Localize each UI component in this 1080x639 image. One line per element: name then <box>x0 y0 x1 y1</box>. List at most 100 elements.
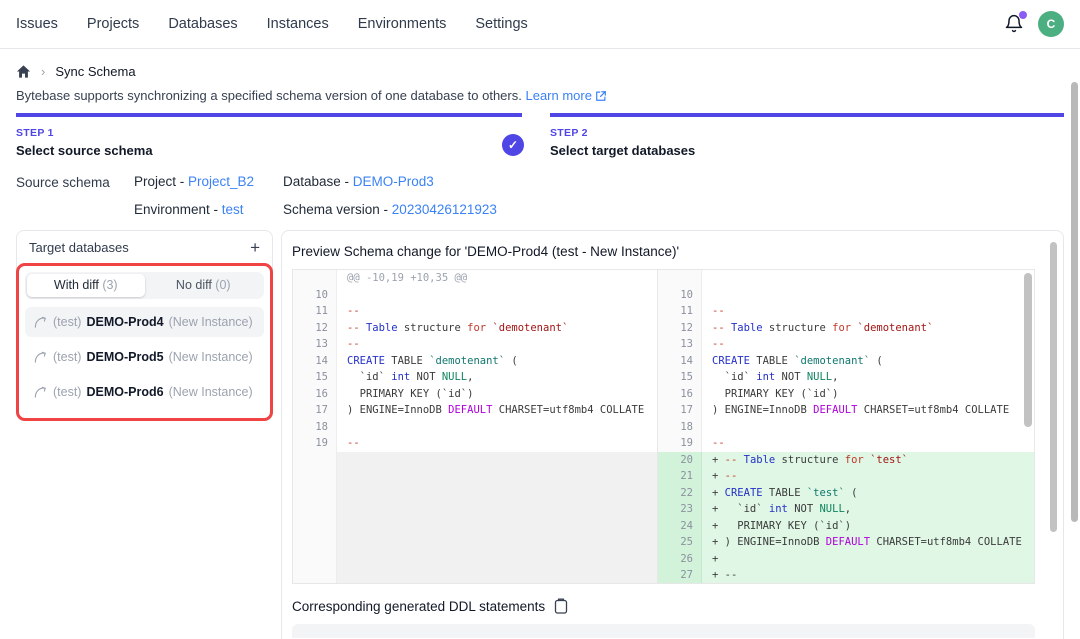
steps: STEP 1 Select source schema ✓ STEP 2 Sel… <box>16 113 1064 158</box>
breadcrumb-current: Sync Schema <box>55 64 135 79</box>
step-2-title: Select target databases <box>550 143 1064 158</box>
diff-line: 10 <box>293 287 657 304</box>
diff-line: 18 <box>658 419 1034 436</box>
diff-line: 26+ <box>658 551 1034 568</box>
diff-line: 11-- <box>293 303 657 320</box>
diff-line: 16 PRIMARY KEY (`id`) <box>658 386 1034 403</box>
external-link-icon <box>595 90 607 102</box>
intro-text: Bytebase supports synchronizing a specif… <box>16 88 1064 103</box>
breadcrumb: › Sync Schema <box>16 64 1064 79</box>
diff-line: 24+ PRIMARY KEY (`id`) <box>658 518 1034 535</box>
nav-item-settings[interactable]: Settings <box>475 16 527 32</box>
diff-line: 19-- <box>293 435 657 452</box>
tab-with-diff[interactable]: With diff (3) <box>27 274 145 297</box>
mysql-icon <box>33 315 48 329</box>
chevron-right-icon: › <box>41 64 45 79</box>
diff-hunk-header: @@ -10,19 +10,35 @@ <box>337 270 657 287</box>
diff-pane-source: @@ -10,19 +10,35 @@ 1011--12-- Table str… <box>293 270 657 583</box>
diff-line: 13-- <box>658 336 1034 353</box>
db-environment: (test) <box>53 350 81 364</box>
db-instance-suffix: (New Instance) <box>169 315 253 329</box>
db-environment: (test) <box>53 385 81 399</box>
diff-line: 12-- Table structure for `demotenant` <box>658 320 1034 337</box>
nav-item-databases[interactable]: Databases <box>168 16 237 32</box>
field-value-link[interactable]: Project_B2 <box>188 174 254 189</box>
nav-item-instances[interactable]: Instances <box>267 16 329 32</box>
db-name: DEMO-Prod4 <box>86 315 163 329</box>
field-label: Project - <box>134 174 188 189</box>
diff-line: 27+ -- <box>658 567 1034 583</box>
diff-line: 11-- <box>658 303 1034 320</box>
diff-pane-scrollbar[interactable] <box>1024 273 1032 427</box>
target-database-demo-prod4[interactable]: (test)DEMO-Prod4(New Instance) <box>25 307 264 337</box>
diff-line: 15 `id` int NOT NULL, <box>293 369 657 386</box>
step-completed-check-icon: ✓ <box>502 134 524 156</box>
source-field-schema-version: Schema version - 20230426121923 <box>283 202 497 217</box>
target-database-demo-prod5[interactable]: (test) DEMO-Prod5 (New Instance) <box>25 342 264 372</box>
diff-left-filler <box>293 452 657 584</box>
home-icon[interactable] <box>16 64 31 79</box>
page-scrollbar[interactable] <box>1071 82 1078 522</box>
field-value-link[interactable]: DEMO-Prod3 <box>353 174 434 189</box>
schema-diff-editor: @@ -10,19 +10,35 @@ 1011--12-- Table str… <box>292 269 1035 584</box>
diff-line: 15 `id` int NOT NULL, <box>658 369 1034 386</box>
preview-panel: Preview Schema change for 'DEMO-Prod4 (t… <box>281 230 1064 639</box>
diff-line: 17) ENGINE=InnoDB DEFAULT CHARSET=utf8mb… <box>658 402 1034 419</box>
source-schema-summary: Source schema Project - Project_B2Databa… <box>16 174 1064 217</box>
avatar[interactable]: C <box>1038 11 1064 37</box>
step-2[interactable]: STEP 2 Select target databases <box>550 113 1064 158</box>
diff-line: 18 <box>293 419 657 436</box>
db-instance-suffix: (New Instance) <box>169 350 253 364</box>
source-schema-fields: Project - Project_B2Database - DEMO-Prod… <box>134 174 497 217</box>
field-label: Database - <box>283 174 353 189</box>
diff-line: 10 <box>658 287 1034 304</box>
diff-line: 25+ ) ENGINE=InnoDB DEFAULT CHARSET=utf8… <box>658 534 1034 551</box>
preview-panel-scrollbar[interactable] <box>1050 242 1057 532</box>
diff-line: 16 PRIMARY KEY (`id`) <box>293 386 657 403</box>
learn-more-link[interactable]: Learn more <box>525 88 591 103</box>
source-field-project: Project - Project_B2 <box>134 174 283 189</box>
diff-line: 14CREATE TABLE `demotenant` ( <box>293 353 657 370</box>
db-instance-suffix: (New Instance) <box>169 385 253 399</box>
diff-line: 17) ENGINE=InnoDB DEFAULT CHARSET=utf8mb… <box>293 402 657 419</box>
diff-tabs: With diff (3)No diff (0) <box>25 272 264 299</box>
main-nav: Issues Projects Databases Instances Environm… <box>16 16 528 32</box>
step-1-title: Select source schema <box>16 143 522 158</box>
ddl-statements-heading: Corresponding generated DDL statements <box>292 599 545 614</box>
source-field-database: Database - DEMO-Prod3 <box>283 174 497 189</box>
target-database-demo-prod6[interactable]: (test) DEMO-Prod6 (New Instance) <box>25 377 264 407</box>
nav-right: C <box>1004 11 1064 37</box>
source-field-environment: Environment - test <box>134 202 283 217</box>
diff-hunk-row: @@ -10,19 +10,35 @@ <box>293 270 657 287</box>
field-value-link[interactable]: 20230426121923 <box>392 202 497 217</box>
db-name: DEMO-Prod5 <box>86 350 163 364</box>
diff-line: 14CREATE TABLE `demotenant` ( <box>658 353 1034 370</box>
diff-line: 23+ `id` int NOT NULL, <box>658 501 1034 518</box>
nav-item-environments[interactable]: Environments <box>358 16 447 32</box>
top-navigation: Issues Projects Databases Instances Environm… <box>0 0 1080 49</box>
field-label: Schema version - <box>283 202 392 217</box>
add-target-database-button[interactable]: + <box>248 239 262 256</box>
tab-no-diff[interactable]: No diff (0) <box>145 274 263 297</box>
source-schema-label: Source schema <box>16 174 134 217</box>
step-2-label: STEP 2 <box>550 127 1064 139</box>
preview-title: Preview Schema change for 'DEMO-Prod4 (t… <box>292 244 1053 259</box>
field-label: Environment - <box>134 202 222 217</box>
ddl-statements-preview-block <box>292 624 1035 638</box>
target-databases-highlight-box: With diff (3)No diff (0) (test) DEMO-Prod… <box>16 263 273 421</box>
nav-item-issues[interactable]: Issues <box>16 16 58 32</box>
diff-line: 21+ -- <box>658 468 1034 485</box>
notifications-button[interactable] <box>1004 14 1024 34</box>
db-name: DEMO-Prod6 <box>86 385 163 399</box>
nav-item-projects[interactable]: Projects <box>87 16 139 32</box>
diff-line: 22+ CREATE TABLE `test` ( <box>658 485 1034 502</box>
target-databases-title: Target databases <box>29 240 129 255</box>
mysql-icon <box>33 350 48 364</box>
main-area: Target databases + With diff (3)No diff … <box>16 230 1064 639</box>
copy-icon[interactable] <box>554 598 568 614</box>
step-1[interactable]: STEP 1 Select source schema <box>16 113 522 158</box>
diff-line: 12-- Table structure for `demotenant` <box>293 320 657 337</box>
field-value-link[interactable]: test <box>222 202 244 217</box>
target-databases-panel: Target databases + With diff (3)No diff … <box>16 230 273 421</box>
mysql-icon <box>33 385 48 399</box>
